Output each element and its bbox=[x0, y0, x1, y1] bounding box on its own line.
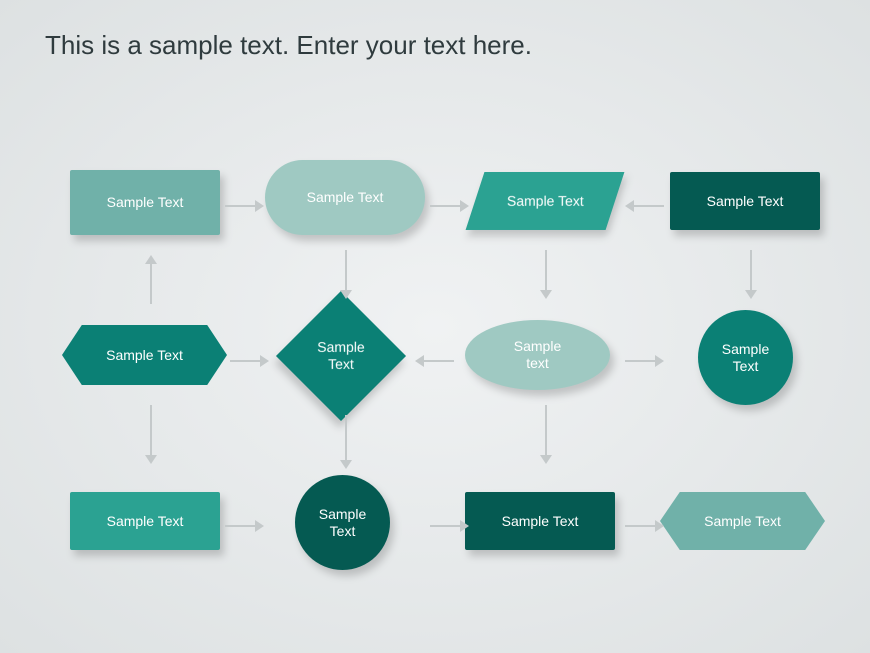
node-label: SampleText bbox=[722, 341, 769, 375]
arrow-r bbox=[625, 355, 664, 367]
arrow-l bbox=[625, 200, 664, 212]
arrow-r bbox=[625, 520, 664, 532]
node-r2c1[interactable]: Sample Text bbox=[62, 325, 227, 385]
node-label: Sample Text bbox=[307, 189, 384, 206]
arrow-d bbox=[340, 415, 352, 469]
node-r2c2[interactable]: SampleText bbox=[276, 291, 406, 421]
node-label: SampleText bbox=[317, 339, 364, 373]
node-r2c4[interactable]: SampleText bbox=[698, 310, 793, 405]
node-r3c3[interactable]: Sample Text bbox=[465, 492, 615, 550]
arrow-u bbox=[145, 255, 157, 304]
arrow-r bbox=[430, 200, 469, 212]
node-r2c3[interactable]: Sampletext bbox=[465, 320, 610, 390]
node-label: SampleText bbox=[319, 506, 366, 540]
node-r1c3[interactable]: Sample Text bbox=[466, 172, 625, 230]
arrow-r bbox=[430, 520, 469, 532]
arrow-d bbox=[540, 405, 552, 464]
node-r1c1[interactable]: Sample Text bbox=[70, 170, 220, 235]
node-label: Sample Text bbox=[707, 193, 784, 210]
node-label: Sample Text bbox=[106, 347, 183, 364]
arrow-r bbox=[225, 200, 264, 212]
node-r1c2[interactable]: Sample Text bbox=[265, 160, 425, 235]
node-label: Sample Text bbox=[704, 513, 781, 530]
node-label: Sample Text bbox=[507, 193, 584, 210]
arrow-l bbox=[415, 355, 454, 367]
node-label: Sample Text bbox=[107, 194, 184, 211]
node-r3c4[interactable]: Sample Text bbox=[660, 492, 825, 550]
arrow-d bbox=[745, 250, 757, 299]
arrow-d bbox=[145, 405, 157, 464]
slide-canvas: This is a sample text. Enter your text h… bbox=[0, 0, 870, 653]
node-r3c2[interactable]: SampleText bbox=[295, 475, 390, 570]
arrow-r bbox=[230, 355, 269, 367]
arrow-d bbox=[340, 250, 352, 299]
arrow-d bbox=[540, 250, 552, 299]
node-label: Sample Text bbox=[502, 513, 579, 530]
node-label: Sample Text bbox=[107, 513, 184, 530]
node-r1c4[interactable]: Sample Text bbox=[670, 172, 820, 230]
node-r3c1[interactable]: Sample Text bbox=[70, 492, 220, 550]
slide-title[interactable]: This is a sample text. Enter your text h… bbox=[45, 30, 532, 61]
arrow-r bbox=[225, 520, 264, 532]
node-label: Sampletext bbox=[514, 338, 561, 372]
